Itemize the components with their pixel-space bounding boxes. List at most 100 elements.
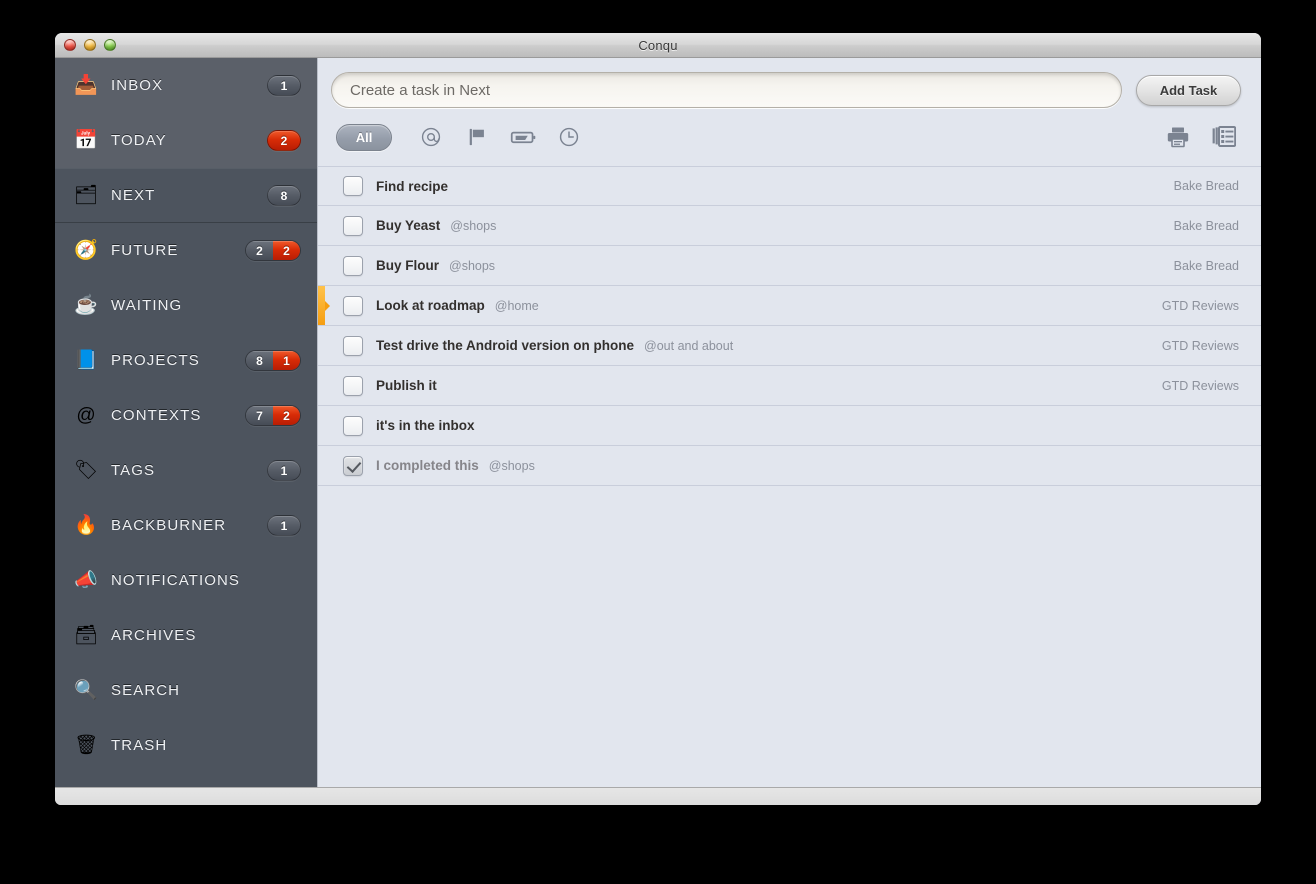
- sidebar-item-trash[interactable]: 🗑 TRASH: [55, 718, 317, 773]
- task-title: Look at roadmap: [376, 298, 485, 313]
- main-content: Add Task All: [317, 58, 1261, 787]
- badge-right: 2: [273, 406, 300, 425]
- status-badge: 8 1: [245, 350, 301, 371]
- printer-icon[interactable]: [1165, 124, 1191, 150]
- task-project: Bake Bread: [1173, 218, 1239, 233]
- toolbar-actions: [1165, 124, 1241, 150]
- sidebar-item-projects[interactable]: 📘 PROJECTS 8 1: [55, 333, 317, 388]
- window-body: 📥 INBOX 1 📅 TODAY 2 🗂 NEXT 8 🧭 FUTURE 2 …: [55, 58, 1261, 787]
- task-title: Find recipe: [376, 178, 449, 194]
- status-badge: 2 2: [245, 240, 301, 261]
- table-row[interactable]: Buy Flour @shops Bake Bread: [318, 246, 1261, 286]
- badge-right: 1: [273, 351, 300, 370]
- window-title: Conqu: [638, 37, 678, 53]
- badge-left: 2: [246, 241, 273, 260]
- sidebar-item-label: ARCHIVES: [111, 627, 197, 644]
- task-checkbox[interactable]: [343, 215, 363, 236]
- inbox-tray-icon: 📥: [74, 75, 98, 96]
- sidebar-item-next[interactable]: 🗂 NEXT 8: [55, 168, 317, 223]
- toolbar: Add Task All: [318, 58, 1261, 154]
- close-button[interactable]: [64, 39, 76, 51]
- sidebar-item-contexts[interactable]: @ CONTEXTS 7 2: [55, 388, 317, 443]
- task-checkbox[interactable]: [343, 255, 363, 276]
- zoom-button[interactable]: [104, 39, 116, 51]
- at-sign-icon: @: [76, 405, 96, 426]
- table-row[interactable]: Find recipe Bake Bread: [318, 166, 1261, 206]
- task-context: @out and about: [644, 338, 734, 353]
- sidebar-item-label: TAGS: [111, 462, 156, 479]
- archive-box-icon: 🗃: [73, 625, 99, 646]
- sidebar-item-archives[interactable]: 🗃 ARCHIVES: [55, 608, 317, 663]
- sidebar-item-inbox[interactable]: 📥 INBOX 1: [55, 58, 317, 113]
- badge-wrap: 2 2: [245, 240, 301, 261]
- toolbar-primary-row: Add Task: [331, 72, 1241, 108]
- sidebar-item-waiting[interactable]: ☕ WAITING: [55, 278, 317, 333]
- sidebar-item-tags[interactable]: 🏷 TAGS 1: [55, 443, 317, 498]
- calendar-icon: 📅: [74, 130, 98, 151]
- filter-flag-button[interactable]: [454, 122, 500, 152]
- task-title: I completed this: [376, 458, 479, 473]
- sidebar-item-label: WAITING: [111, 297, 183, 314]
- sidebar-item-label: FUTURE: [111, 242, 179, 259]
- table-row[interactable]: Buy Yeast @shops Bake Bread: [318, 206, 1261, 246]
- minimize-button[interactable]: [84, 39, 96, 51]
- table-row[interactable]: it's in the inbox: [318, 406, 1261, 446]
- task-checkbox[interactable]: [343, 295, 363, 316]
- app-window: Conqu 📥 INBOX 1 📅 TODAY 2 🗂 NEXT 8 🧭 FUT…: [55, 33, 1261, 805]
- badge-wrap: 7 2: [245, 405, 301, 426]
- badge-wrap: 1: [267, 515, 301, 536]
- task-context: @shops: [449, 258, 496, 273]
- task-checkbox[interactable]: [343, 455, 363, 476]
- filter-context-button[interactable]: [408, 122, 454, 152]
- list-view-icon[interactable]: [1211, 124, 1237, 150]
- filter-all-button[interactable]: All: [336, 123, 392, 151]
- window-titlebar: Conqu: [55, 33, 1261, 58]
- status-badge: 1: [267, 75, 301, 96]
- sidebar-item-label: TODAY: [111, 132, 167, 149]
- badge-right: 2: [273, 241, 300, 260]
- badge-wrap: 1: [267, 75, 301, 96]
- folder-bookmark-icon: 🗂: [73, 185, 99, 206]
- task-list: Find recipe Bake Bread Buy Yeast @shops …: [318, 166, 1261, 787]
- sidebar-item-label: TRASH: [111, 737, 168, 754]
- sidebar-item-label: NEXT: [111, 187, 156, 204]
- magnifier-icon: 🔍: [74, 680, 98, 701]
- badge-wrap: 8 1: [245, 350, 301, 371]
- table-row[interactable]: Publish it GTD Reviews: [318, 366, 1261, 406]
- sidebar-item-notifications[interactable]: 📣 NOTIFICATIONS: [55, 553, 317, 608]
- add-task-button[interactable]: Add Task: [1136, 74, 1241, 106]
- task-checkbox[interactable]: [343, 415, 363, 436]
- task-checkbox[interactable]: [343, 176, 363, 196]
- sidebar-item-label: BACKBURNER: [111, 517, 227, 534]
- sidebar-item-label: CONTEXTS: [111, 407, 202, 424]
- badge-wrap: 8: [267, 185, 301, 206]
- clock-compass-icon: 🧭: [74, 240, 98, 261]
- table-row[interactable]: Test drive the Android version on phone …: [318, 326, 1261, 366]
- task-checkbox[interactable]: [343, 335, 363, 356]
- sidebar-item-today[interactable]: 📅 TODAY 2: [55, 113, 317, 168]
- status-badge: 8: [267, 185, 301, 206]
- task-project: GTD Reviews: [1161, 298, 1239, 313]
- task-title: Buy Flour: [376, 258, 439, 273]
- task-context: @shops: [488, 458, 535, 473]
- sidebar-group-main: 🗂 NEXT 8 🧭 FUTURE 2 2 ☕ WAITING 📘 PROJEC…: [55, 168, 317, 773]
- window-controls[interactable]: [64, 39, 116, 51]
- task-checkbox[interactable]: [343, 375, 363, 396]
- filter-time-button[interactable]: [546, 122, 592, 152]
- create-task-input[interactable]: [331, 72, 1122, 108]
- task-context: @home: [494, 298, 539, 313]
- sidebar-item-search[interactable]: 🔍 SEARCH: [55, 663, 317, 718]
- trash-can-icon: 🗑: [73, 735, 99, 756]
- sidebar-group-top: 📥 INBOX 1 📅 TODAY 2: [55, 58, 317, 168]
- sidebar-item-backburner[interactable]: 🔥 BACKBURNER 1: [55, 498, 317, 553]
- task-project: Bake Bread: [1173, 258, 1239, 273]
- desktop-background: Conqu 📥 INBOX 1 📅 TODAY 2 🗂 NEXT 8 🧭 FUT…: [0, 0, 1316, 884]
- coffee-cup-icon: ☕: [74, 295, 98, 316]
- sidebar-item-future[interactable]: 🧭 FUTURE 2 2: [55, 223, 317, 278]
- task-context: @shops: [450, 218, 497, 233]
- table-row[interactable]: Look at roadmap @home GTD Reviews: [318, 286, 1261, 326]
- filter-tag-button[interactable]: [500, 122, 546, 152]
- table-row[interactable]: I completed this @shops: [318, 446, 1261, 486]
- task-title: Buy Yeast: [376, 218, 441, 233]
- flame-icon: 🔥: [74, 515, 98, 536]
